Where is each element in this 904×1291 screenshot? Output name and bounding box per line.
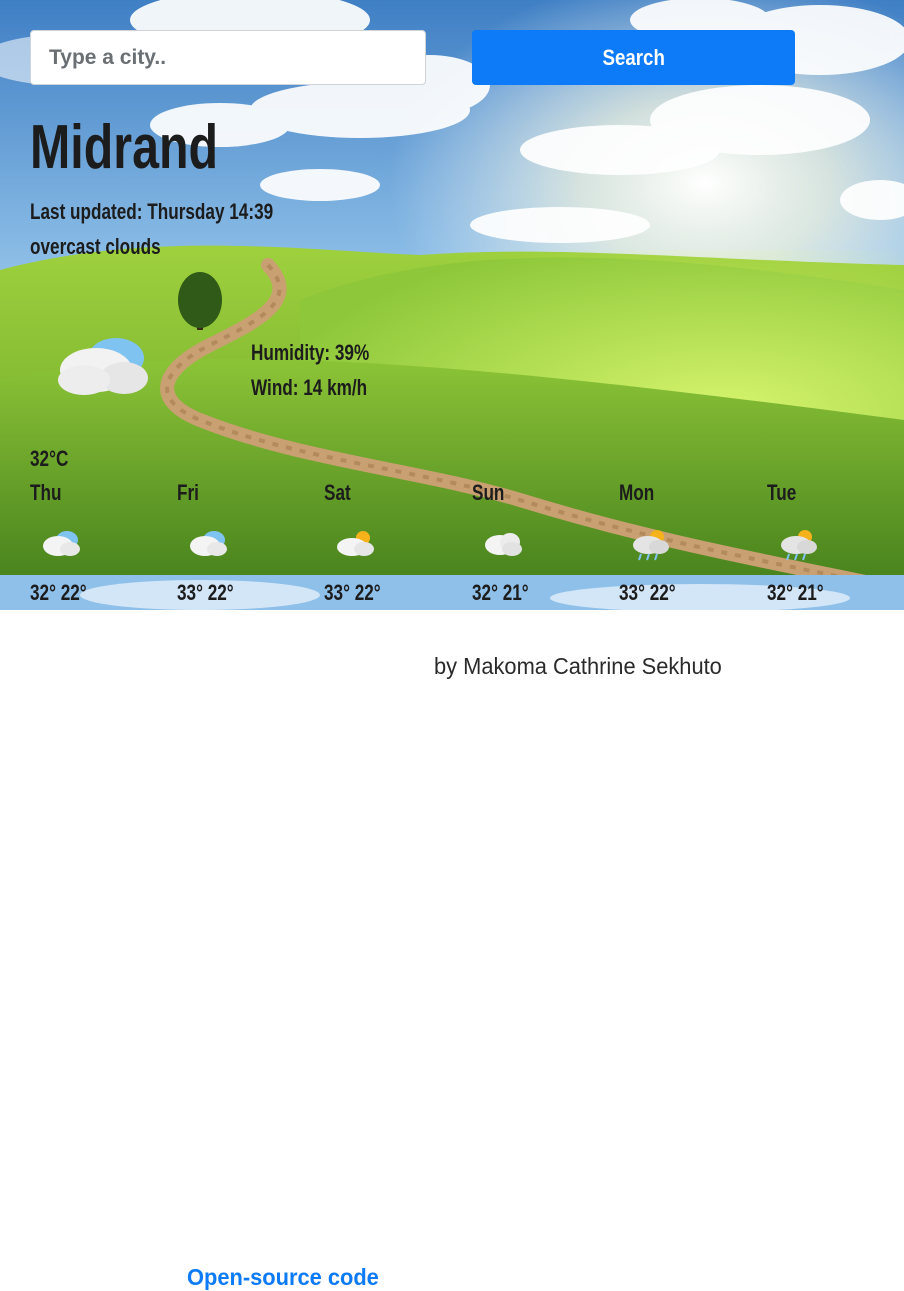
wind-speed: Wind: 14 km/h	[251, 375, 368, 400]
forecast-day-name: Thu	[30, 480, 62, 505]
city-search-input[interactable]	[30, 30, 426, 85]
cloud-icon	[482, 528, 524, 563]
forecast-temps: 33° 22°	[619, 580, 676, 605]
forecast-day-name: Mon	[619, 480, 655, 505]
forecast-day: Thu 32° 22°	[30, 480, 170, 610]
forecast-day-name: Sat	[324, 480, 351, 505]
author-credit: by Makoma Cathrine Sekhuto	[434, 653, 722, 679]
last-updated: Last updated: Thursday 14:39	[30, 199, 274, 224]
cloud-icon	[40, 528, 82, 563]
sun-rain-icon	[629, 528, 671, 567]
forecast-day: Sat 33° 22°	[324, 480, 464, 610]
humidity: Humidity: 39%	[251, 340, 370, 365]
cloud-icon	[187, 528, 229, 563]
forecast-day: Sun 32° 21°	[472, 480, 612, 610]
search-button-label: Search	[602, 44, 665, 70]
forecast-temps: 33° 22°	[177, 580, 234, 605]
forecast-day-name: Tue	[767, 480, 797, 505]
city-name: Midrand	[30, 113, 219, 182]
sun-rain-icon	[777, 528, 819, 567]
footer: Open-source code by Makoma Cathrine Sekh…	[0, 610, 904, 1290]
background-scene: Search Midrand Last updated: Thursday 14…	[0, 0, 904, 610]
open-source-link[interactable]: Open-source code	[187, 1264, 379, 1291]
forecast-day: Fri 33° 22°	[177, 480, 317, 610]
forecast-day: Tue 32° 21°	[767, 480, 904, 610]
forecast-temps: 32° 21°	[472, 580, 529, 605]
forecast-temps: 32° 22°	[30, 580, 87, 605]
partly-sunny-icon	[334, 528, 376, 563]
weather-description: overcast clouds	[30, 234, 161, 259]
search-button[interactable]: Search	[472, 30, 795, 85]
current-temperature: 32°C	[30, 446, 69, 471]
cloud-icon	[54, 330, 154, 405]
forecast-day-name: Sun	[472, 480, 505, 505]
forecast-day-name: Fri	[177, 480, 199, 505]
forecast-temps: 33° 22°	[324, 580, 381, 605]
forecast-day: Mon 33° 22°	[619, 480, 759, 610]
forecast-temps: 32° 21°	[767, 580, 824, 605]
